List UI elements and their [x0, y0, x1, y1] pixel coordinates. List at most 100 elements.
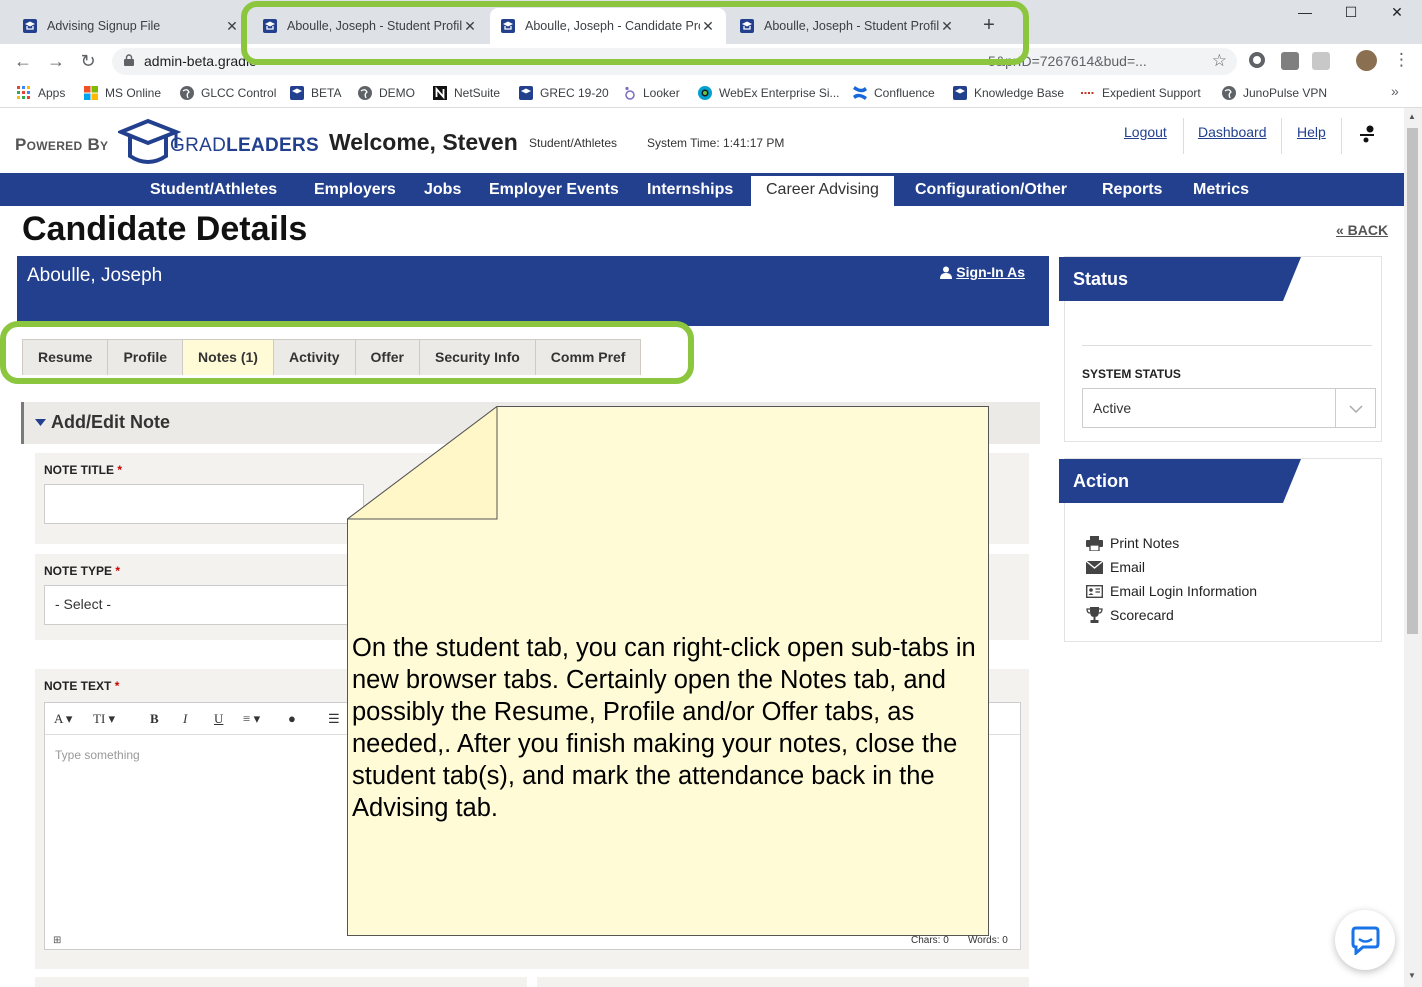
font-button-label: A — [54, 711, 63, 726]
bookmark-beta[interactable]: BETA — [289, 85, 341, 101]
new-tab-button[interactable]: + — [978, 14, 1000, 37]
forward-arrow-icon[interactable]: → — [45, 51, 67, 72]
scrollbar-thumb[interactable] — [1407, 128, 1418, 634]
print-notes-action[interactable]: Print Notes — [1086, 535, 1179, 551]
candidate-subtabs: Resume Profile Notes (1) Activity Offer … — [22, 339, 642, 375]
browser-tab[interactable]: Aboulle, Joseph - Student Profile ✕ — [729, 8, 965, 44]
bookmark-star-icon[interactable]: ☆ — [1212, 51, 1227, 71]
sign-in-as-label: Sign-In As — [956, 264, 1025, 280]
scorecard-action[interactable]: Scorecard — [1086, 607, 1174, 623]
gradleaders-favicon-icon — [263, 19, 277, 33]
address-bar[interactable]: admin-beta.gradle 5&prID=7267614&bud=...… — [112, 48, 1237, 75]
pdf-extension-icon[interactable] — [1312, 52, 1330, 70]
back-link[interactable]: « BACK — [1336, 222, 1388, 238]
bookmark-label: NetSuite — [454, 86, 501, 100]
note-text-label-text: NOTE TEXT — [44, 679, 112, 693]
dashboard-link[interactable]: Dashboard — [1198, 124, 1267, 140]
bookmark-junopulse[interactable]: JunoPulse VPN — [1221, 85, 1327, 101]
nav-metrics[interactable]: Metrics — [1178, 173, 1264, 206]
bold-button[interactable]: B — [150, 711, 159, 727]
close-icon[interactable]: ✕ — [939, 18, 955, 35]
window-close-icon[interactable]: ✕ — [1374, 4, 1420, 21]
bookmark-apps[interactable]: Apps — [16, 85, 65, 101]
subtab-comm-pref[interactable]: Comm Pref — [534, 339, 642, 375]
bookmark-webex[interactable]: WebEx Enterprise Si... — [697, 85, 840, 101]
profile-avatar[interactable] — [1356, 50, 1377, 71]
scroll-up-arrow-icon[interactable]: ▲ — [1408, 112, 1416, 121]
main-nav: Student/Athletes Employers Jobs Employer… — [0, 173, 1404, 206]
action-label: Scorecard — [1110, 607, 1174, 623]
email-login-info-action[interactable]: Email Login Information — [1086, 583, 1257, 599]
gradleaders-favicon-icon — [23, 19, 37, 33]
word-count: Words: 0 — [968, 935, 1008, 946]
bookmark-expedient[interactable]: Expedient Support — [1080, 85, 1201, 101]
minimize-icon[interactable]: — — [1282, 4, 1328, 20]
font-family-button[interactable]: A ▾ — [54, 711, 72, 727]
nav-reports[interactable]: Reports — [1087, 173, 1177, 206]
bookmark-glcc-control[interactable]: GLCC Control — [179, 85, 276, 101]
subtab-activity[interactable]: Activity — [272, 339, 355, 375]
underline-button[interactable]: U — [214, 711, 223, 727]
subtab-notes[interactable]: Notes (1) — [182, 339, 273, 375]
close-icon[interactable]: ✕ — [700, 18, 716, 35]
bookmark-grec[interactable]: GREC 19-20 — [518, 85, 609, 101]
italic-button[interactable]: I — [183, 711, 187, 727]
close-icon[interactable]: ✕ — [462, 18, 478, 35]
nav-employer-events[interactable]: Employer Events — [474, 173, 634, 206]
browser-tab[interactable]: Aboulle, Joseph - Student Profile ✕ — [252, 8, 488, 44]
close-icon[interactable]: ✕ — [224, 18, 240, 35]
editor-placeholder: Type something — [55, 748, 140, 762]
browser-tab-active[interactable]: Aboulle, Joseph - Candidate Prof ✕ — [490, 8, 726, 44]
email-action[interactable]: Email — [1086, 559, 1145, 575]
caret-down-icon — [35, 419, 46, 426]
nav-career-advising[interactable]: Career Advising — [751, 176, 894, 206]
app-header: Powered By GRADLEADERS Welcome, Steven S… — [0, 108, 1404, 173]
subtab-profile[interactable]: Profile — [107, 339, 183, 375]
maximize-icon[interactable]: ☐ — [1328, 4, 1374, 21]
back-arrow-icon[interactable]: ← — [12, 51, 34, 72]
system-status-select[interactable]: Active — [1082, 388, 1376, 428]
browser-menu-icon[interactable]: ⋮ — [1393, 50, 1410, 70]
scroll-down-arrow-icon[interactable]: ▼ — [1408, 971, 1416, 980]
bookmark-netsuite[interactable]: NetSuite — [432, 85, 500, 101]
subtab-offer[interactable]: Offer — [354, 339, 419, 375]
more-bookmarks-icon[interactable]: » — [1391, 83, 1399, 99]
extension-g-icon[interactable] — [1281, 52, 1299, 70]
logout-link[interactable]: Logout — [1124, 124, 1167, 140]
reload-icon[interactable]: ↻ — [77, 51, 99, 72]
bookmark-knowledge-base[interactable]: Knowledge Base — [952, 85, 1064, 101]
user-menu-icon[interactable] — [1356, 125, 1378, 143]
nav-internships[interactable]: Internships — [632, 173, 748, 206]
note-title-input[interactable] — [44, 484, 364, 524]
browser-tab-title: Advising Signup File — [47, 19, 161, 33]
nav-jobs[interactable]: Jobs — [409, 173, 476, 206]
resize-grip-icon[interactable]: ⊞ — [53, 935, 61, 946]
apps-grid-icon — [17, 86, 30, 99]
bookmark-confluence[interactable]: Confluence — [852, 85, 935, 101]
nav-configuration-other[interactable]: Configuration/Other — [900, 173, 1082, 206]
bookmark-demo[interactable]: DEMO — [357, 85, 415, 101]
chevron-down-icon[interactable] — [1335, 389, 1375, 427]
nav-student-athletes[interactable]: Student/Athletes — [135, 173, 292, 206]
bookmark-ms-online[interactable]: MS Online — [83, 85, 161, 101]
note-type-label: NOTE TYPE * — [44, 564, 120, 578]
subtab-resume[interactable]: Resume — [22, 339, 108, 375]
browser-tab[interactable]: Advising Signup File ✕ — [12, 8, 250, 44]
url-text: admin-beta.gradle — [144, 53, 257, 69]
align-icon[interactable]: ≡ ▾ — [243, 711, 260, 727]
subtab-security-info[interactable]: Security Info — [418, 339, 535, 375]
list-icon[interactable]: ☰ — [328, 711, 340, 727]
note-type-label-text: NOTE TYPE — [44, 564, 113, 578]
font-size-button[interactable]: TI ▾ — [93, 711, 115, 727]
help-link[interactable]: Help — [1297, 124, 1326, 140]
nav-employers[interactable]: Employers — [299, 173, 411, 206]
bookmark-label: GREC 19-20 — [540, 86, 609, 100]
lower-field-block — [35, 977, 527, 987]
extension-circle-icon[interactable] — [1249, 52, 1265, 68]
sign-in-as-link[interactable]: Sign-In As — [940, 264, 1025, 280]
chat-button[interactable] — [1335, 910, 1395, 970]
note-type-select[interactable]: - Select - — [44, 585, 364, 625]
color-drop-icon[interactable]: ● — [288, 711, 296, 727]
bookmark-looker[interactable]: Looker — [621, 85, 680, 101]
char-count: Chars: 0 — [911, 935, 949, 946]
